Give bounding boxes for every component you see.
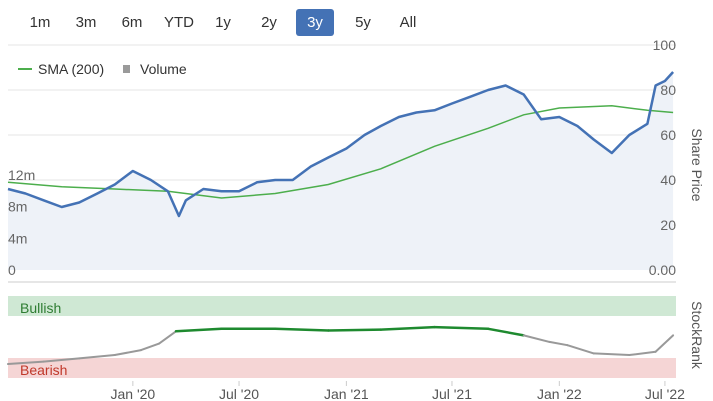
legend-volume-label: Volume [140,61,187,77]
volume-axis-tick: 8m [8,199,27,215]
price-area [8,72,674,270]
volume-axis-tick: 4m [8,230,27,246]
stockrank-line-segment [522,334,551,343]
stockrank-line-segment [327,328,383,332]
bearish-label: Bearish [20,362,67,378]
stockrank-line-segment [654,334,675,353]
stockrank-line-segment [273,327,330,332]
stock-chart: 100 80 60 40 20 0.00 12m 8m 4m 0 Share Price SMA (2… [7,37,705,401]
price-axis-tick: 20 [660,217,676,233]
stockrank-line-segment [592,352,631,357]
volume-axis-tick: 0 [8,262,16,278]
bullish-label: Bullish [20,300,61,316]
price-axis-tick: 0.00 [649,262,676,278]
price-axis-tick: 100 [653,37,677,53]
price-axis-tick: 80 [660,82,676,98]
legend-sma-label: SMA (200) [38,61,104,77]
x-axis-tick-label: Jan '20 [110,386,155,401]
stockrank-line-segment [379,325,436,331]
stockrank-line-segment [158,330,178,345]
legend-volume-marker [123,65,130,73]
bullish-band [8,296,676,316]
stockrank-line-segment [78,354,116,360]
volume-axis-tick: 12m [8,167,35,183]
bearish-band [8,358,676,378]
x-axis-tick-label: Jul '21 [432,386,472,401]
stockrank-line-segment [174,327,223,333]
x-axis-tick-label: Jul '20 [219,386,259,401]
stockrank-line-segment [566,344,595,355]
stockrank-line-segment [548,340,569,347]
x-axis-tick-label: Jul '22 [645,386,685,401]
stockrank-line-segment [486,327,525,337]
stockrank-axis-title: StockRank [689,301,705,370]
price-axis-title: Share Price [689,128,705,201]
x-axis-tick-label: Jan '22 [537,386,582,401]
price-axis-tick: 60 [660,127,676,143]
x-axis-tick-label: Jan '21 [324,386,369,401]
stockrank-line-segment [628,350,657,357]
stockrank-line-segment [113,349,143,357]
stockrank-line-segment [140,342,161,352]
stockrank-line-segment [433,325,490,331]
price-axis-tick: 40 [660,172,676,188]
